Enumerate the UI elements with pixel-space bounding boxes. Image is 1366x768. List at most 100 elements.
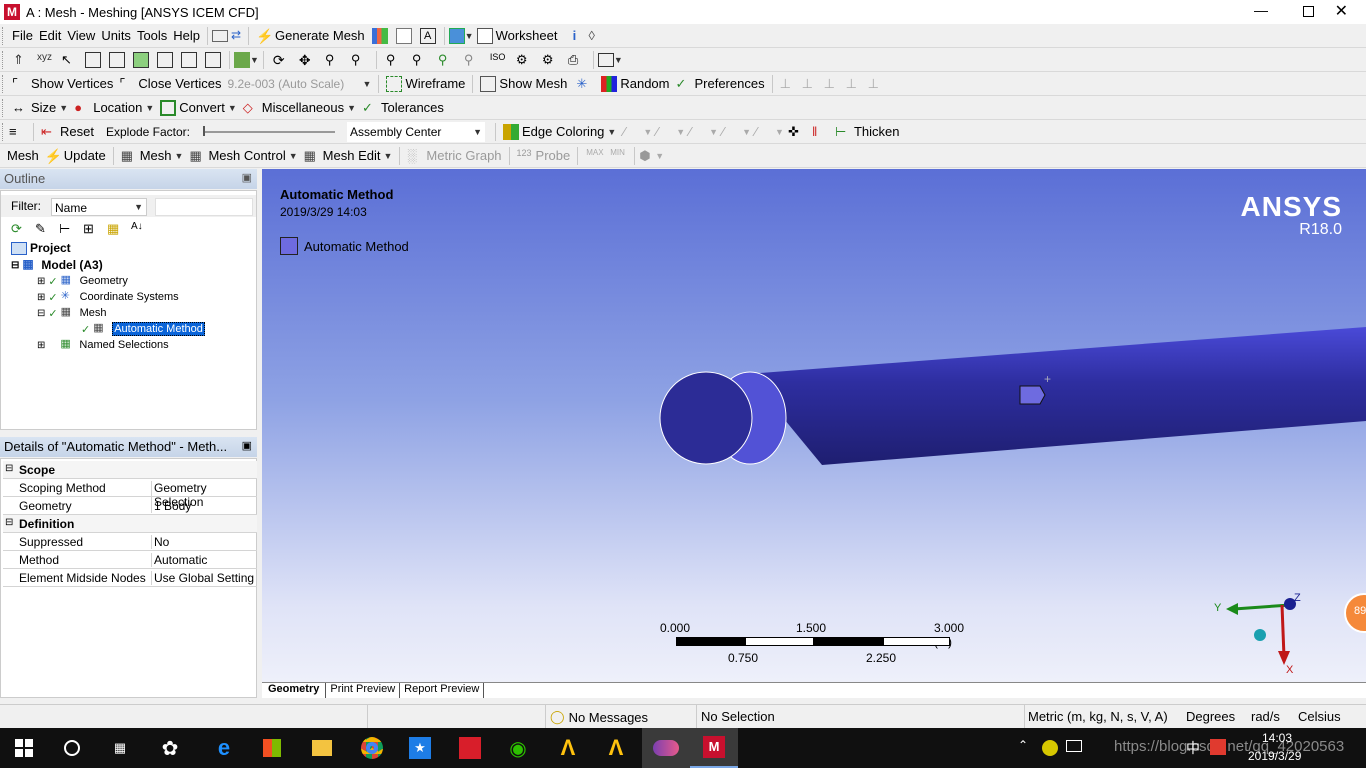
taskbar-wechat[interactable]: ◉ bbox=[494, 728, 542, 768]
vertex-tool-3-icon[interactable]: ⊥ bbox=[824, 76, 840, 92]
tolerances-button[interactable]: ✓ Tolerances bbox=[359, 97, 447, 119]
filter-dropdown[interactable]: Name ▼ bbox=[51, 198, 147, 216]
tree-model[interactable]: ⊟ ▦ Model (A3) bbox=[11, 257, 103, 273]
node-select-icon[interactable] bbox=[181, 51, 197, 68]
min-icon[interactable]: MIN bbox=[610, 148, 626, 164]
row-value[interactable]: Use Global Setting bbox=[151, 571, 254, 585]
expand-all-icon[interactable]: ⊞ bbox=[83, 221, 99, 237]
explode-factor-slider[interactable] bbox=[203, 125, 336, 136]
tree-collapse-icon[interactable]: ⊢ bbox=[59, 221, 75, 237]
menu-units[interactable]: Units bbox=[98, 25, 134, 47]
update-button[interactable]: ⚡ Update bbox=[42, 145, 109, 167]
chart-icon[interactable] bbox=[371, 27, 388, 44]
rotate-icon[interactable]: ⟳ bbox=[273, 52, 289, 68]
tray-app-icon[interactable] bbox=[1042, 740, 1058, 756]
chevron-down-icon[interactable]: ▼ bbox=[775, 127, 784, 137]
slider-thumb[interactable] bbox=[203, 125, 206, 136]
random-colors-button[interactable]: Random bbox=[598, 73, 672, 95]
details-row-geometry[interactable]: Geometry 1 Body bbox=[3, 497, 257, 515]
chevron-down-icon[interactable]: ▼ bbox=[643, 127, 652, 137]
extend-selection-icon[interactable] bbox=[234, 51, 250, 68]
taskbar-app-media[interactable] bbox=[642, 728, 690, 768]
edge-select-icon[interactable] bbox=[109, 51, 125, 68]
tree-geometry[interactable]: ⊞ ✓ ▦ Geometry bbox=[37, 273, 128, 289]
viewport-layout-icon[interactable] bbox=[597, 52, 614, 67]
mesh-control-menu[interactable]: ▦ Mesh Control ▼ bbox=[186, 145, 300, 167]
box-zoom-icon[interactable]: ⚲ bbox=[351, 52, 367, 68]
magnifier-icon[interactable]: ⚲ bbox=[438, 52, 454, 68]
edge-display-4-icon[interactable]: ∕ bbox=[722, 124, 738, 140]
details-definition-group[interactable]: ⊟ Definition bbox=[3, 515, 257, 533]
reset-button[interactable]: ⇤ Reset bbox=[38, 121, 97, 143]
chevron-down-icon[interactable]: ▼ bbox=[676, 127, 685, 137]
taskbar-app-star[interactable]: ★ bbox=[396, 728, 444, 768]
taskbar-explorer[interactable] bbox=[298, 728, 346, 768]
iso-view-icon[interactable]: ISO bbox=[490, 52, 506, 68]
expand-plus-icon[interactable]: ⊞ bbox=[37, 276, 45, 287]
tree-named-selections[interactable]: ⊞ ▦ Named Selections bbox=[37, 337, 169, 353]
menu-view[interactable]: View bbox=[64, 25, 98, 47]
mesh-edit-menu[interactable]: ▦ Mesh Edit ▼ bbox=[301, 145, 396, 167]
explode-icon[interactable]: ≡ bbox=[9, 124, 25, 140]
taskbar-ansys-2[interactable]: Λ bbox=[592, 728, 640, 768]
menu-edit[interactable]: Edit bbox=[36, 25, 64, 47]
folder-icon[interactable]: ▦ bbox=[107, 221, 123, 237]
generate-mesh-button[interactable]: ⚡ Generate Mesh bbox=[253, 25, 368, 47]
face-select-icon[interactable] bbox=[133, 51, 149, 68]
details-scope-group[interactable]: ⊟ Scope bbox=[3, 461, 257, 479]
vertex-tool-2-icon[interactable]: ⊥ bbox=[802, 76, 818, 92]
thicken-button[interactable]: ⊢ Thicken bbox=[832, 121, 903, 143]
thickness-icon[interactable]: ‖ bbox=[812, 124, 828, 140]
chevron-down-icon[interactable]: ▼ bbox=[614, 55, 623, 65]
body-select-icon[interactable] bbox=[157, 51, 173, 68]
menu-help[interactable]: Help bbox=[170, 25, 203, 47]
image-icon[interactable] bbox=[448, 27, 465, 44]
ime-indicator[interactable]: 中 bbox=[1186, 738, 1200, 758]
assembly-center-dropdown[interactable]: Assembly Center ▼ bbox=[347, 121, 486, 142]
tray-network-icon[interactable] bbox=[1066, 740, 1082, 752]
tab-print-preview[interactable]: Print Preview bbox=[326, 683, 401, 698]
angle-status[interactable]: Degrees bbox=[1186, 709, 1235, 724]
chevron-down-icon[interactable]: ▼ bbox=[465, 31, 474, 41]
tree-project[interactable]: Project bbox=[11, 241, 71, 255]
collapse-icon[interactable]: ⊟ bbox=[5, 517, 13, 528]
details-row-midside-nodes[interactable]: Element Midside Nodes Use Global Setting bbox=[3, 569, 257, 587]
chevron-down-icon[interactable]: ▼ bbox=[655, 151, 664, 161]
refresh-icon[interactable]: ⟳ bbox=[11, 221, 27, 237]
pan-icon[interactable]: ✥ bbox=[299, 52, 315, 68]
rate-status[interactable]: rad/s bbox=[1251, 709, 1280, 724]
zoom-icon[interactable]: ⚲ bbox=[325, 52, 341, 68]
expand-plus-icon[interactable]: ⊞ bbox=[37, 340, 45, 351]
arrows-icon[interactable]: ⇄ bbox=[228, 28, 244, 44]
tree-coordinate-systems[interactable]: ⊞ ✓ ✳ Coordinate Systems bbox=[37, 289, 179, 305]
details-row-suppressed[interactable]: Suppressed No bbox=[3, 533, 257, 551]
start-button[interactable] bbox=[0, 728, 48, 768]
edge-display-3-icon[interactable]: ∕ bbox=[689, 124, 705, 140]
coordinate-triad[interactable]: Y Z X bbox=[1206, 587, 1316, 677]
console-icon[interactable] bbox=[212, 29, 229, 42]
row-value[interactable]: Automatic bbox=[151, 553, 207, 567]
chevron-down-icon[interactable]: ▼ bbox=[742, 127, 751, 137]
row-value[interactable]: No bbox=[151, 535, 169, 549]
taskbar-app-red[interactable] bbox=[446, 728, 494, 768]
tab-report-preview[interactable]: Report Preview bbox=[400, 683, 485, 698]
print-icon[interactable]: ⎙ bbox=[568, 52, 584, 68]
display-style-icon[interactable]: ⬢ bbox=[639, 148, 655, 164]
collapse-icon[interactable]: ⊟ bbox=[5, 463, 13, 474]
preferences-button[interactable]: ✓ Preferences bbox=[672, 73, 767, 95]
triad-icon[interactable]: ✳ bbox=[576, 76, 592, 92]
units-status[interactable]: Metric (m, kg, N, s, V, A) bbox=[1028, 709, 1168, 724]
clock-date[interactable]: 2019/3/29 bbox=[1248, 749, 1301, 763]
show-vertices-button[interactable]: ⌜ Show Vertices bbox=[9, 73, 116, 95]
zoom-fit-icon[interactable]: ⚲ bbox=[386, 52, 402, 68]
select-mode-icon[interactable]: ⇑ bbox=[13, 52, 29, 68]
pin-icon[interactable]: ▣ bbox=[242, 439, 252, 452]
convert-menu[interactable]: Convert ▼ bbox=[157, 97, 239, 119]
vertex-tool-1-icon[interactable]: ⊥ bbox=[780, 76, 796, 92]
edge-display-2-icon[interactable]: ∕ bbox=[656, 124, 672, 140]
minimize-button[interactable]: — bbox=[1254, 2, 1268, 18]
expand-plus-icon[interactable]: ⊞ bbox=[37, 292, 45, 303]
context-help-icon[interactable]: i bbox=[566, 28, 582, 44]
tag-icon[interactable]: ◊ bbox=[588, 28, 604, 44]
magnifier-window-icon[interactable]: ⚲ bbox=[464, 52, 480, 68]
